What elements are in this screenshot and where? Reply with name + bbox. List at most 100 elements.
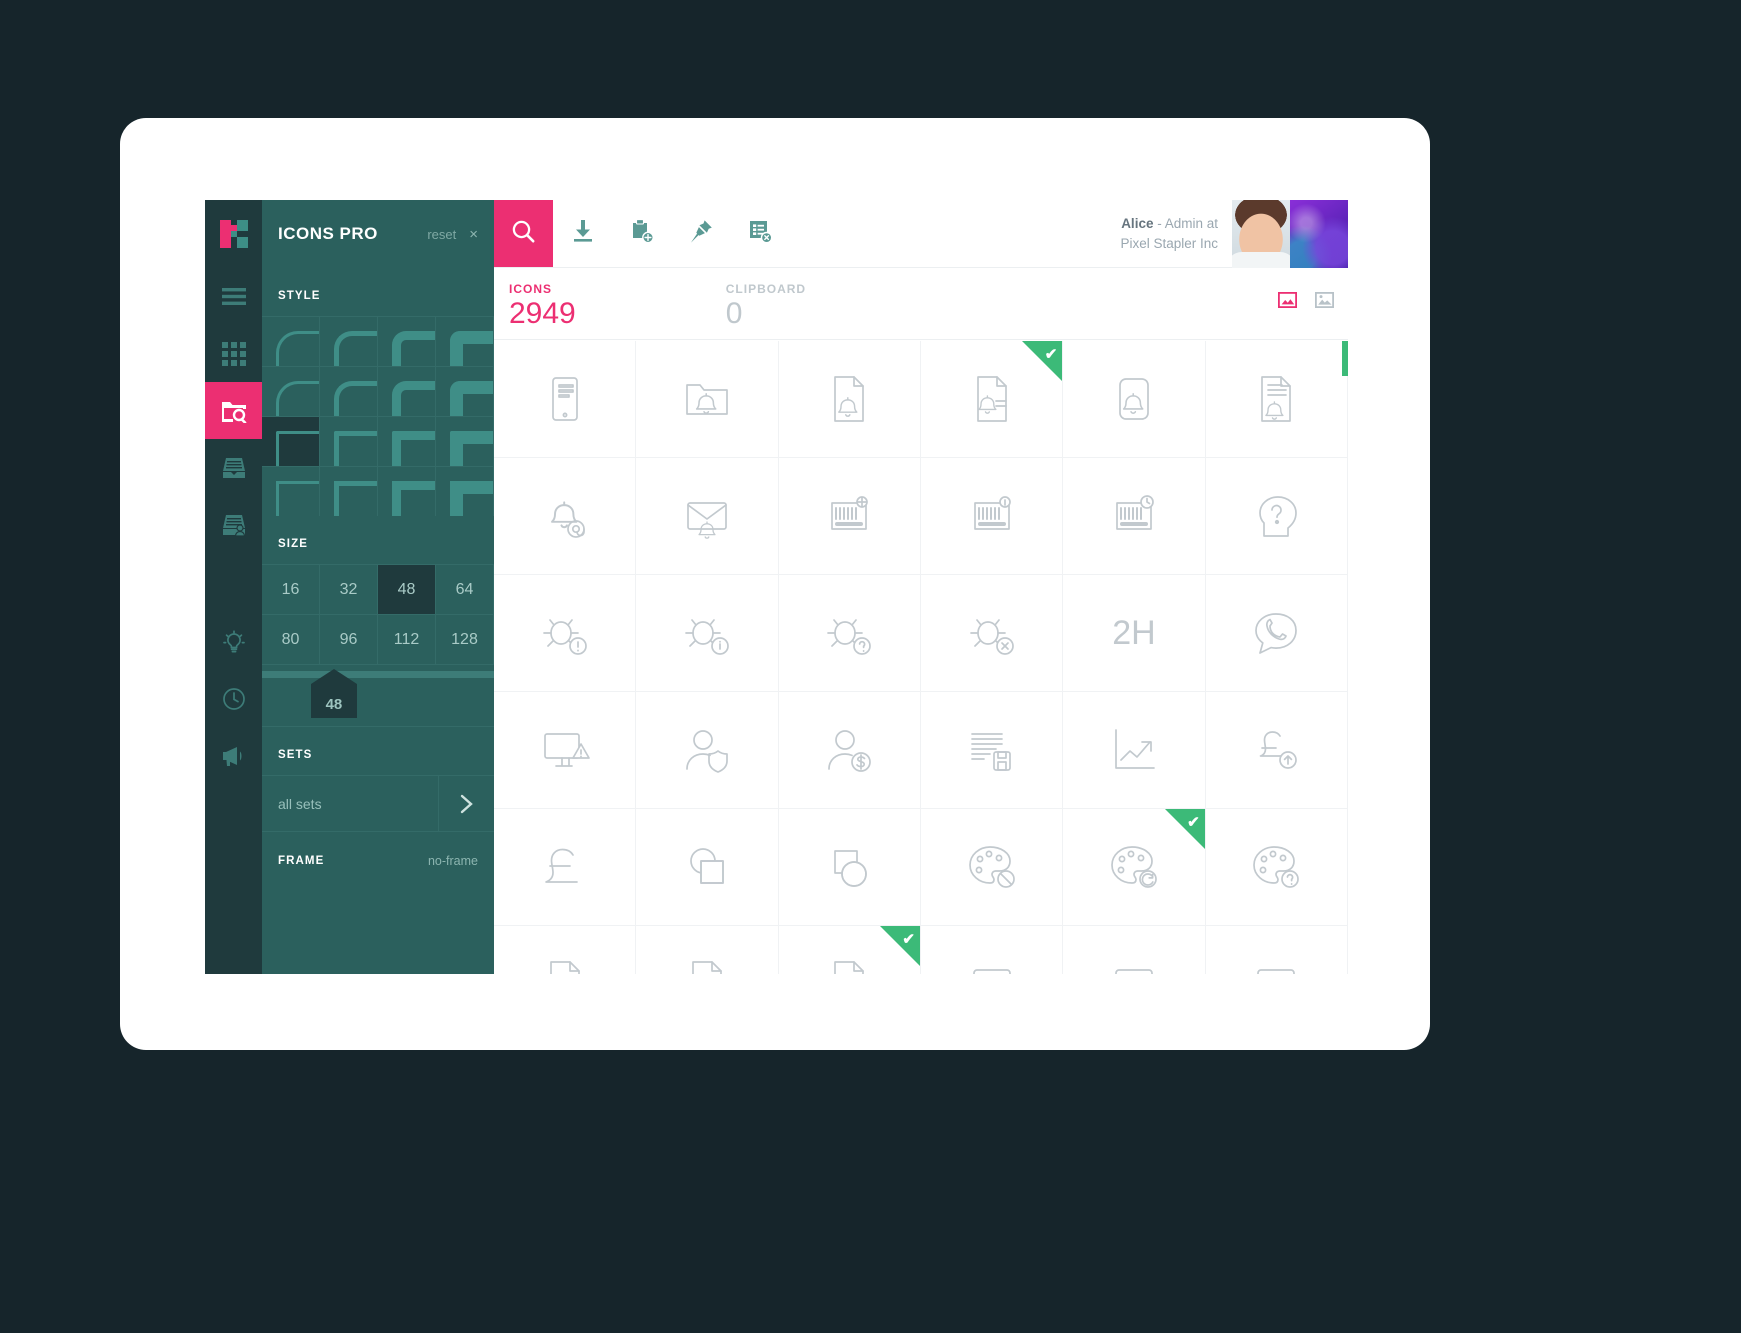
size-option[interactable]: 96 <box>320 614 378 664</box>
sidebar-item-menu[interactable] <box>205 268 262 325</box>
style-option[interactable] <box>320 316 378 366</box>
palette-question-icon[interactable] <box>1205 809 1348 926</box>
document-bell-text-icon[interactable] <box>1205 341 1348 458</box>
style-option[interactable] <box>262 416 320 466</box>
icon-glyph <box>823 958 875 974</box>
avatar[interactable] <box>1232 200 1290 268</box>
style-option[interactable] <box>378 316 436 366</box>
add-to-clipboard-button[interactable] <box>612 200 671 267</box>
stats-bar: ICONS 2949 CLIPBOARD 0 <box>494 268 1348 340</box>
style-option[interactable] <box>378 466 436 516</box>
shapes-square-icon[interactable] <box>636 809 779 926</box>
pound-upload-icon[interactable] <box>1205 692 1348 809</box>
sidebar-item-browse-sets[interactable] <box>205 382 262 439</box>
size-slider[interactable]: 48 <box>262 664 494 726</box>
size-option[interactable]: 48 <box>378 564 436 614</box>
style-option[interactable] <box>320 466 378 516</box>
bug-info-icon[interactable] <box>636 575 779 692</box>
size-option[interactable]: 16 <box>262 564 320 614</box>
sets-value: all sets <box>278 795 322 812</box>
page-corner-2-icon[interactable] <box>636 926 779 974</box>
page-corner-3-icon[interactable]: ✔ <box>779 926 921 974</box>
image-filled-icon[interactable] <box>1314 291 1335 313</box>
style-option[interactable] <box>262 366 320 416</box>
text-save-icon[interactable] <box>920 692 1064 809</box>
page-corner-icon[interactable] <box>494 926 637 974</box>
plan-badge[interactable] <box>1290 200 1348 268</box>
style-option[interactable] <box>262 466 320 516</box>
user-dollar-icon[interactable] <box>778 692 921 809</box>
sidebar-item-history[interactable] <box>205 670 262 727</box>
style-option[interactable] <box>378 366 436 416</box>
palette-block-icon[interactable] <box>920 809 1064 926</box>
speech-bubble-phone-icon[interactable] <box>1205 575 1348 692</box>
pin-button[interactable] <box>671 200 730 267</box>
sidebar-item-ideas[interactable] <box>205 613 262 670</box>
tablet-document-icon[interactable] <box>494 341 637 458</box>
sets-selector[interactable]: all sets <box>262 775 494 832</box>
slider-track <box>262 671 494 678</box>
bug-remove-icon[interactable] <box>920 575 1064 692</box>
monitor-warning-icon[interactable] <box>494 692 637 809</box>
pound-icon[interactable] <box>494 809 637 926</box>
document-bell-icon[interactable] <box>778 341 921 458</box>
size-option[interactable]: 112 <box>378 614 436 664</box>
size-option[interactable]: 128 <box>436 614 494 664</box>
style-option[interactable] <box>436 416 494 466</box>
head-question-icon[interactable] <box>1205 458 1348 575</box>
card-minus-icon[interactable] <box>921 926 1064 974</box>
frame-section[interactable]: FRAME no-frame <box>262 831 494 882</box>
app-logo[interactable] <box>205 200 262 268</box>
download-button[interactable] <box>553 200 612 267</box>
slider-handle[interactable]: 48 <box>310 669 357 718</box>
sidebar-item-my-sets[interactable] <box>205 496 262 553</box>
chart-growth-icon[interactable] <box>1063 692 1206 809</box>
card-minus-3-icon[interactable] <box>1206 926 1348 974</box>
style-option[interactable] <box>436 316 494 366</box>
logo-icon <box>219 220 248 248</box>
barcode-clock-icon[interactable] <box>1063 458 1206 575</box>
bug-question-icon[interactable] <box>778 575 921 692</box>
style-option[interactable] <box>262 316 320 366</box>
bug-alert-icon[interactable] <box>494 575 637 692</box>
palette-refresh-icon[interactable]: ✔ <box>1063 809 1206 926</box>
card-minus-2-icon[interactable] <box>1063 926 1206 974</box>
user-profile[interactable]: Alice - Admin at Pixel Stapler Inc <box>1120 200 1348 268</box>
style-option[interactable] <box>320 416 378 466</box>
style-option[interactable] <box>320 366 378 416</box>
user-shield-icon[interactable] <box>636 692 779 809</box>
barcode-settings-icon[interactable] <box>778 458 921 575</box>
size-option[interactable]: 64 <box>436 564 494 614</box>
two-hours-icon[interactable]: 2H <box>1063 575 1206 692</box>
style-option[interactable] <box>436 466 494 516</box>
barcode-info-icon[interactable] <box>920 458 1064 575</box>
sidebar-item-news[interactable] <box>205 727 262 784</box>
scrollbar-indicator[interactable] <box>1342 341 1348 376</box>
style-option[interactable] <box>378 416 436 466</box>
rounded-square-bell-icon[interactable] <box>1063 341 1206 458</box>
inbox-tray-icon <box>222 456 246 480</box>
search-button[interactable] <box>494 200 553 267</box>
style-preview-corner <box>276 381 319 416</box>
image-outline-icon[interactable] <box>1277 291 1298 313</box>
user-info: Alice - Admin at Pixel Stapler Inc <box>1120 214 1232 253</box>
style-option[interactable] <box>436 366 494 416</box>
style-preview-corner <box>392 381 435 416</box>
bell-at-icon[interactable] <box>494 458 637 575</box>
close-icon[interactable]: × <box>469 226 478 243</box>
sidebar-item-all-icons[interactable] <box>205 325 262 382</box>
style-preview-corner <box>276 431 319 466</box>
chevron-right-icon[interactable] <box>438 775 494 832</box>
clear-list-button[interactable] <box>730 200 789 267</box>
sidebar-item-archive[interactable] <box>205 439 262 496</box>
reset-button[interactable]: reset <box>427 227 456 242</box>
folder-bell-icon[interactable] <box>636 341 779 458</box>
envelope-bell-icon[interactable] <box>636 458 779 575</box>
megaphone-icon <box>221 745 246 767</box>
document-bell-lines-icon[interactable]: ✔ <box>920 341 1064 458</box>
size-option[interactable]: 32 <box>320 564 378 614</box>
icons-stat-label: ICONS <box>509 282 553 296</box>
style-preview-corner <box>392 431 435 466</box>
size-option[interactable]: 80 <box>262 614 320 664</box>
shapes-circle-icon[interactable] <box>778 809 921 926</box>
